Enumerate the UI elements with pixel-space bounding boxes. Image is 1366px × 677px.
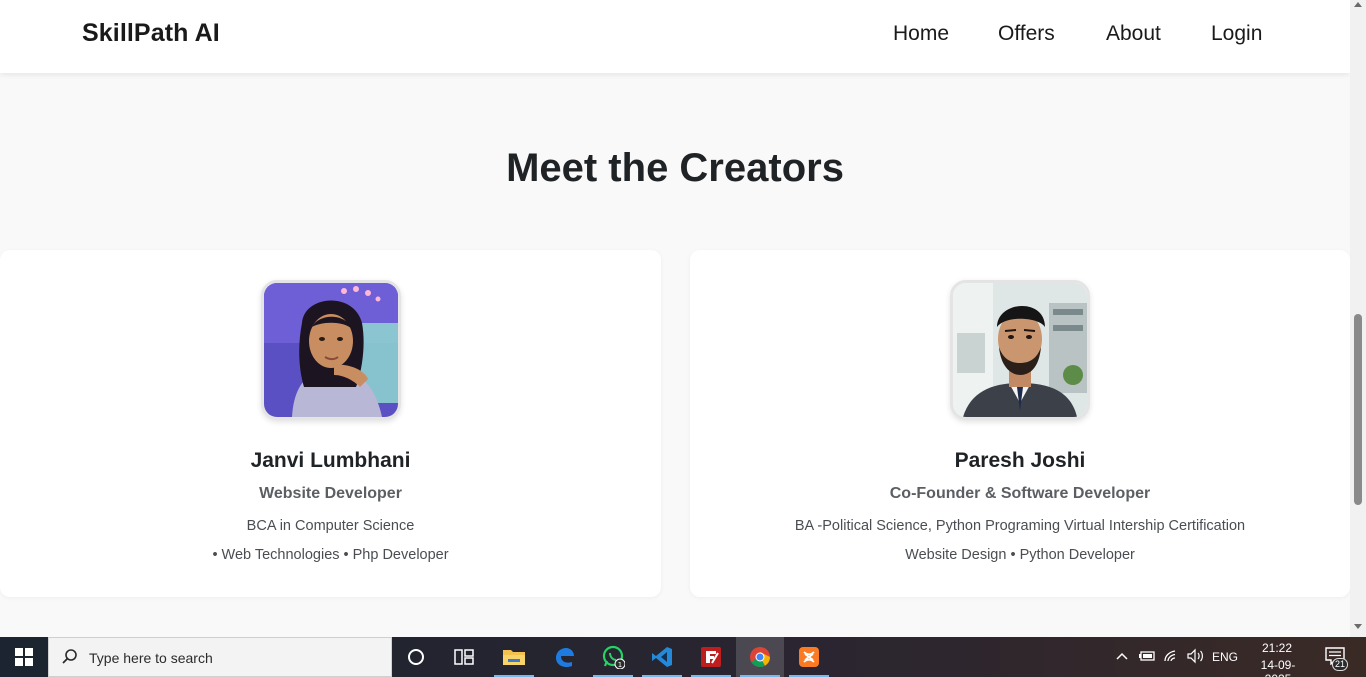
scrollbar-thumb[interactable] bbox=[1354, 314, 1362, 505]
creator-skills: Website Design • Python Developer bbox=[905, 547, 1135, 563]
scroll-up-arrow-icon[interactable] bbox=[1354, 2, 1362, 7]
creator-education: BA -Political Science, Python Programing… bbox=[794, 518, 1246, 534]
avatar bbox=[950, 280, 1090, 420]
creator-card: Janvi Lumbhani Website Developer BCA in … bbox=[0, 250, 661, 597]
filezilla-icon[interactable] bbox=[687, 637, 735, 677]
cortana-icon[interactable] bbox=[392, 637, 440, 677]
volume-icon[interactable] bbox=[1186, 648, 1206, 669]
creator-photo bbox=[264, 283, 398, 417]
creator-name: Paresh Joshi bbox=[954, 449, 1086, 472]
edge-icon[interactable] bbox=[540, 637, 588, 677]
brand-logo[interactable]: SkillPath AI bbox=[82, 19, 220, 48]
browser-viewport: SkillPath AI Home Offers About Login Mee… bbox=[0, 0, 1350, 637]
wifi-icon[interactable] bbox=[1163, 648, 1181, 669]
clock-date[interactable]: 14-09-2025 bbox=[1248, 658, 1308, 677]
whatsapp-unread-badge: 1 bbox=[618, 661, 622, 669]
task-view-icon[interactable] bbox=[440, 637, 488, 677]
avatar bbox=[261, 280, 401, 420]
search-placeholder: Type here to search bbox=[89, 650, 213, 666]
xampp-icon[interactable] bbox=[785, 637, 833, 677]
navbar: SkillPath AI Home Offers About Login bbox=[0, 0, 1350, 73]
notification-count-badge: 21 bbox=[1332, 658, 1349, 671]
creator-role: Website Developer bbox=[259, 485, 402, 502]
creator-skills: • Web Technologies • Php Developer bbox=[212, 547, 449, 563]
creator-card: Paresh Joshi Co-Founder & Software Devel… bbox=[690, 250, 1350, 597]
taskbar-search-box[interactable]: Type here to search bbox=[48, 637, 392, 677]
nav-link-login[interactable]: Login bbox=[1211, 22, 1262, 46]
nav-link-about[interactable]: About bbox=[1106, 22, 1161, 46]
search-icon bbox=[61, 648, 79, 671]
file-explorer-icon[interactable] bbox=[490, 637, 538, 677]
creator-name: Janvi Lumbhani bbox=[250, 449, 411, 472]
clock-time[interactable]: 21:22 bbox=[1262, 641, 1292, 655]
nav-link-offers[interactable]: Offers bbox=[998, 22, 1055, 46]
creator-photo bbox=[953, 283, 1087, 417]
whatsapp-icon[interactable]: 1 bbox=[589, 637, 637, 677]
creator-role: Co-Founder & Software Developer bbox=[889, 485, 1151, 502]
vscode-icon[interactable] bbox=[638, 637, 686, 677]
page-scrollbar[interactable] bbox=[1350, 0, 1366, 637]
section-title: Meet the Creators bbox=[506, 146, 844, 190]
creator-education: BCA in Computer Science bbox=[246, 518, 415, 534]
battery-icon[interactable] bbox=[1138, 648, 1156, 669]
chrome-icon[interactable] bbox=[736, 637, 784, 677]
scroll-down-arrow-icon[interactable] bbox=[1354, 624, 1362, 629]
nav-link-home[interactable]: Home bbox=[893, 22, 949, 46]
windows-taskbar: Type here to search 1 ENG 21:22 14-09- 2… bbox=[0, 637, 1366, 677]
input-language-indicator[interactable]: ENG bbox=[1212, 650, 1238, 664]
show-hidden-icons-icon[interactable] bbox=[1116, 648, 1128, 669]
windows-start-icon[interactable] bbox=[0, 637, 48, 677]
